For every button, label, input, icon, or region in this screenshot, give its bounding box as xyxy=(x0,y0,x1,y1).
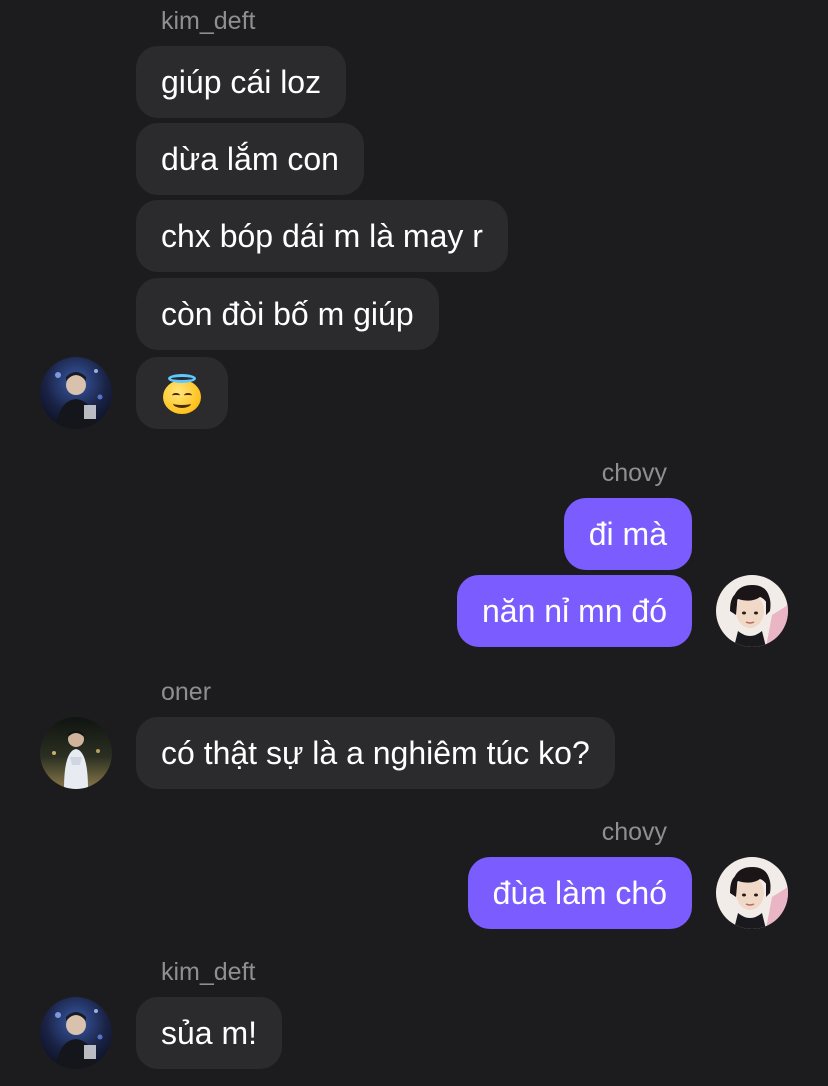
avatar-kim-deft[interactable] xyxy=(40,997,112,1069)
avatar-kim-deft[interactable] xyxy=(40,357,112,429)
sender-name: oner xyxy=(161,678,212,706)
message-bubble[interactable]: giúp cái loz xyxy=(136,46,347,118)
message-bubble[interactable]: còn đòi bố m giúp xyxy=(136,278,439,350)
message-bubble[interactable]: đi mà xyxy=(563,498,692,570)
sender-name: kim_deft xyxy=(161,7,256,35)
avatar-chovy[interactable] xyxy=(716,857,788,929)
avatar-chovy[interactable] xyxy=(716,575,788,647)
message-bubble[interactable]: chx bóp dái m là may r xyxy=(136,200,508,272)
message-bubble[interactable]: có thật sự là a nghiêm túc ko? xyxy=(136,717,615,789)
message-bubble[interactable]: dừa lắm con xyxy=(136,123,364,195)
smiling-face-with-halo-icon xyxy=(163,374,201,414)
sender-name: kim_deft xyxy=(161,958,256,986)
avatar-oner[interactable] xyxy=(40,717,112,789)
message-bubble[interactable]: đùa làm chó xyxy=(467,857,692,929)
message-bubble[interactable]: sủa m! xyxy=(136,997,283,1069)
sender-name: chovy xyxy=(601,818,667,846)
sender-name: chovy xyxy=(601,459,667,487)
message-bubble[interactable]: năn nỉ mn đó xyxy=(456,575,692,647)
emoji-bubble[interactable] xyxy=(136,357,228,429)
